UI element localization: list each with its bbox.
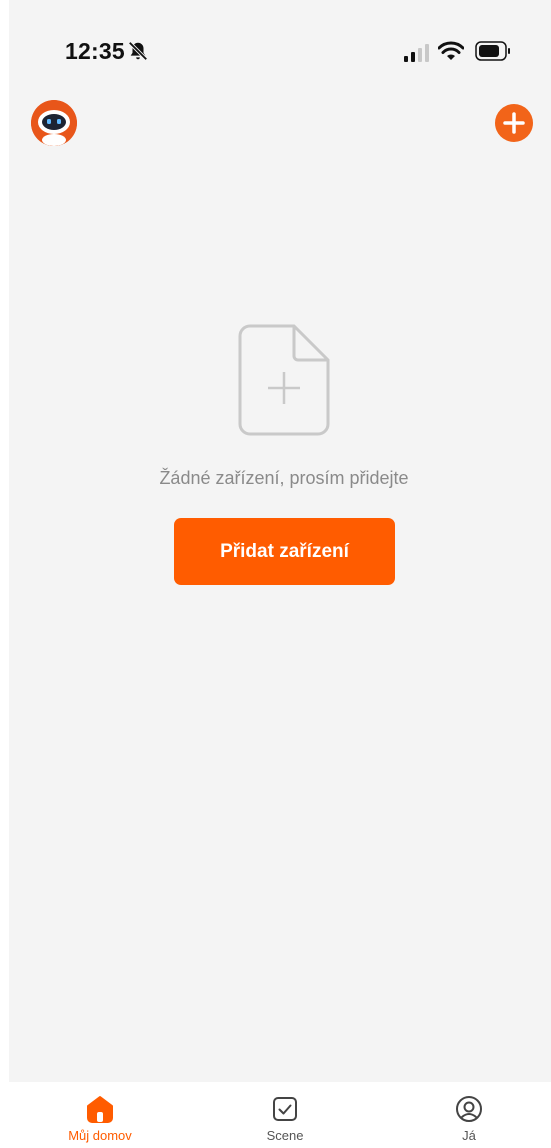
cellular-signal-icon xyxy=(404,44,429,62)
checkbox-icon xyxy=(273,1097,297,1121)
robot-face-icon xyxy=(31,100,77,146)
plus-circle-icon xyxy=(503,112,525,134)
tab-me[interactable]: Já xyxy=(409,1082,529,1148)
tab-label: Já xyxy=(462,1128,476,1143)
add-document-icon xyxy=(238,324,330,436)
tab-my-home[interactable]: Můj domov xyxy=(40,1082,160,1148)
bell-slash-icon xyxy=(128,41,148,61)
empty-state-message: Žádné zařízení, prosím přidejte xyxy=(159,468,409,488)
home-icon xyxy=(87,1096,113,1123)
app-screen: 12:35 Žádné zařízení, prosím přidejte Př… xyxy=(9,0,551,1148)
battery-icon xyxy=(475,41,510,61)
tab-label: Můj domov xyxy=(68,1128,132,1143)
wifi-icon xyxy=(438,41,464,60)
user-circle-icon xyxy=(456,1096,482,1122)
tab-label: Scene xyxy=(266,1128,304,1143)
tab-scene[interactable]: Scene xyxy=(225,1082,345,1148)
status-bar: 12:35 xyxy=(9,0,551,100)
add-device-button[interactable]: Přidat zařízení xyxy=(174,518,395,585)
status-time: 12:35 xyxy=(65,38,125,64)
add-device-plus-button[interactable] xyxy=(495,104,533,142)
robot-avatar-icon[interactable] xyxy=(31,100,77,146)
tab-bar: Můj domov Scene Já xyxy=(9,1082,551,1148)
